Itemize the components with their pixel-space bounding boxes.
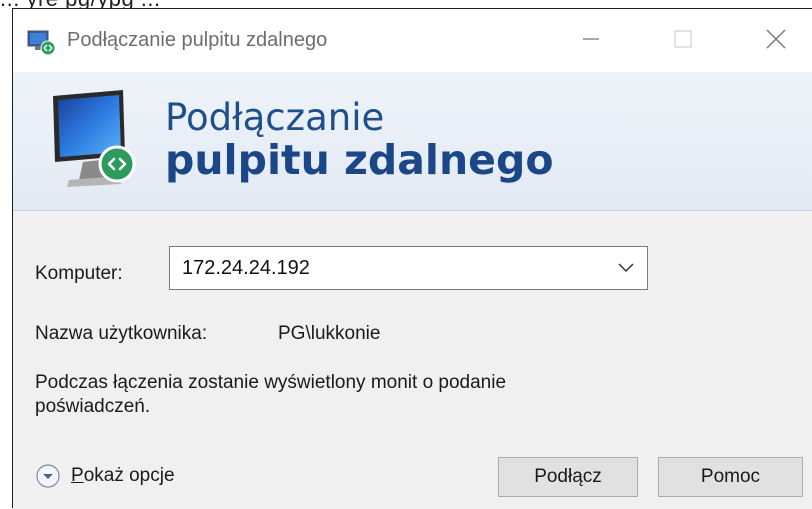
chevron-down-icon xyxy=(618,263,634,273)
show-options-label: Pokaż opcje xyxy=(71,465,175,487)
expand-options-icon xyxy=(36,464,60,488)
connect-button[interactable]: Podłącz xyxy=(498,457,638,497)
header-banner: Podłączanie pulpitu zdalnego xyxy=(13,72,812,211)
credentials-info: Podczas łączenia zostanie wyświetlony mo… xyxy=(35,372,507,417)
window-title: Podłączanie pulpitu zdalnego xyxy=(67,29,328,51)
username-value: PG\lukkonie xyxy=(278,323,381,344)
show-options-link[interactable]: Pokaż opcje xyxy=(35,461,175,491)
options-accel-letter: P xyxy=(71,465,84,486)
banner-title-line1: Podłączanie xyxy=(165,96,385,139)
computer-value[interactable]: 172.24.24.192 xyxy=(182,257,310,280)
monitor-connection-icon xyxy=(53,90,136,187)
maximize-button[interactable] xyxy=(660,19,706,59)
computer-combobox[interactable]: 172.24.24.192 xyxy=(169,246,648,290)
options-label-rest: okaż opcje xyxy=(83,465,175,486)
help-button[interactable]: Pomoc xyxy=(658,457,803,497)
dropdown-arrow[interactable] xyxy=(611,247,641,289)
banner-title-line2: pulpitu zdalnego xyxy=(165,136,554,184)
computer-label: Komputer: xyxy=(35,263,123,284)
close-button[interactable] xyxy=(753,19,799,59)
rdp-window: Podłączanie pulpitu zdalnego Podłączanie… xyxy=(12,8,812,509)
username-label: Nazwa użytkownika: xyxy=(35,323,208,344)
minimize-icon xyxy=(583,38,599,40)
remote-desktop-icon xyxy=(27,30,56,55)
minimize-button[interactable] xyxy=(568,19,614,59)
maximize-icon xyxy=(674,30,692,48)
dialog-content: Komputer: 172.24.24.192 Nazwa użytkownik… xyxy=(13,211,812,509)
close-icon xyxy=(766,29,786,49)
title-bar: Podłączanie pulpitu zdalnego xyxy=(13,9,812,73)
